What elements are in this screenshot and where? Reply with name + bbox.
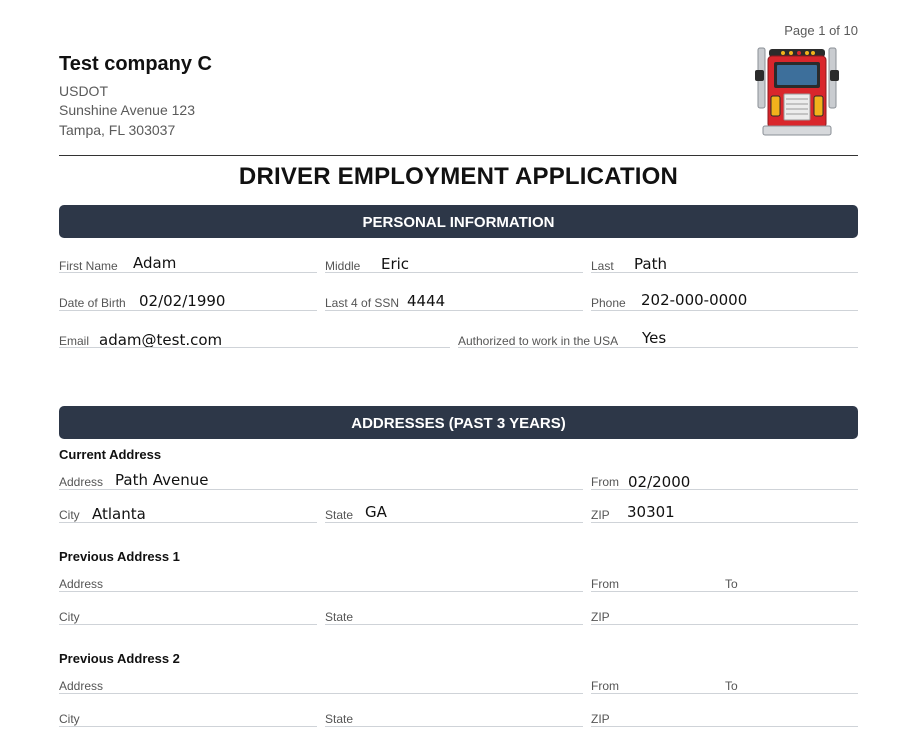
header-divider <box>59 155 858 156</box>
prev2-to-label: To <box>725 679 738 693</box>
company-street: Sunshine Avenue 123 <box>59 102 195 118</box>
prev2-address-line <box>59 693 583 694</box>
current-zip-value: 30301 <box>627 503 675 521</box>
email-line <box>59 347 450 348</box>
prev1-zip-label: ZIP <box>591 610 610 624</box>
current-city-label: City <box>59 508 80 522</box>
prev2-address-label: Address <box>59 679 104 693</box>
prev1-city-label: City <box>59 610 80 624</box>
current-state-label: State <box>325 508 354 522</box>
phone-value: 202-000-0000 <box>641 291 748 309</box>
personal-info-header: PERSONAL INFORMATION <box>59 205 858 238</box>
page-number: Page 1 of 10 <box>784 23 858 38</box>
middle-label: Middle <box>325 259 361 273</box>
company-name: Test company C <box>59 53 212 75</box>
last-line <box>591 272 858 273</box>
truck-front-icon <box>755 44 839 138</box>
prev1-zip-line <box>591 624 858 625</box>
current-address-title: Current Address <box>59 447 162 462</box>
email-label: Email <box>59 334 90 348</box>
prev1-from-label: From <box>591 577 619 591</box>
last-label: Last <box>591 259 614 273</box>
ssn-line <box>325 310 583 311</box>
previous-address-1-title: Previous Address 1 <box>59 549 180 564</box>
authorized-line <box>458 347 858 348</box>
current-address-line <box>59 489 583 490</box>
first-name-line <box>59 272 317 273</box>
current-city-value: Atlanta <box>92 505 146 523</box>
dob-line <box>59 310 317 311</box>
dob-value: 02/02/1990 <box>139 292 226 310</box>
prev2-city-label: City <box>59 712 80 726</box>
company-city-state-zip: Tampa, FL 303037 <box>59 122 176 138</box>
prev2-zip-label: ZIP <box>591 712 610 726</box>
first-name-label: First Name <box>59 259 118 273</box>
authorized-label: Authorized to work in the USA <box>458 334 619 348</box>
authorized-value: Yes <box>642 329 667 347</box>
prev1-address-line <box>59 591 583 592</box>
prev2-zip-line <box>591 726 858 727</box>
phone-label: Phone <box>591 296 626 310</box>
addresses-header: ADDRESSES (PAST 3 YEARS) <box>59 406 858 439</box>
first-name-value: Adam <box>133 254 177 272</box>
prev2-from-label: From <box>591 679 619 693</box>
prev2-state-line <box>325 726 583 727</box>
current-zip-label: ZIP <box>591 508 610 522</box>
dob-label: Date of Birth <box>59 296 126 310</box>
current-state-line <box>325 522 583 523</box>
current-state-value: GA <box>365 503 387 521</box>
previous-address-2-title: Previous Address 2 <box>59 651 180 666</box>
prev1-address-label: Address <box>59 577 104 591</box>
document-title: DRIVER EMPLOYMENT APPLICATION <box>238 163 679 190</box>
prev1-state-line <box>325 624 583 625</box>
ssn-value: 4444 <box>407 292 446 310</box>
prev2-from-to-line <box>591 693 858 694</box>
prev2-city-line <box>59 726 317 727</box>
current-from-label: From <box>591 475 619 489</box>
current-zip-line <box>591 522 858 523</box>
prev1-from-to-line <box>591 591 858 592</box>
prev1-state-label: State <box>325 610 354 624</box>
ssn-label: Last 4 of SSN <box>325 296 400 310</box>
current-address-value: Path Avenue <box>115 471 209 489</box>
phone-line <box>591 310 858 311</box>
company-usdot: USDOT <box>59 83 108 99</box>
current-city-line <box>59 522 317 523</box>
current-address-label: Address <box>59 475 104 489</box>
middle-line <box>325 272 583 273</box>
last-value: Path <box>634 255 667 273</box>
prev1-city-line <box>59 624 317 625</box>
current-from-line <box>591 489 858 490</box>
prev2-state-label: State <box>325 712 354 726</box>
middle-value: Eric <box>381 255 410 273</box>
prev1-to-label: To <box>725 577 738 591</box>
